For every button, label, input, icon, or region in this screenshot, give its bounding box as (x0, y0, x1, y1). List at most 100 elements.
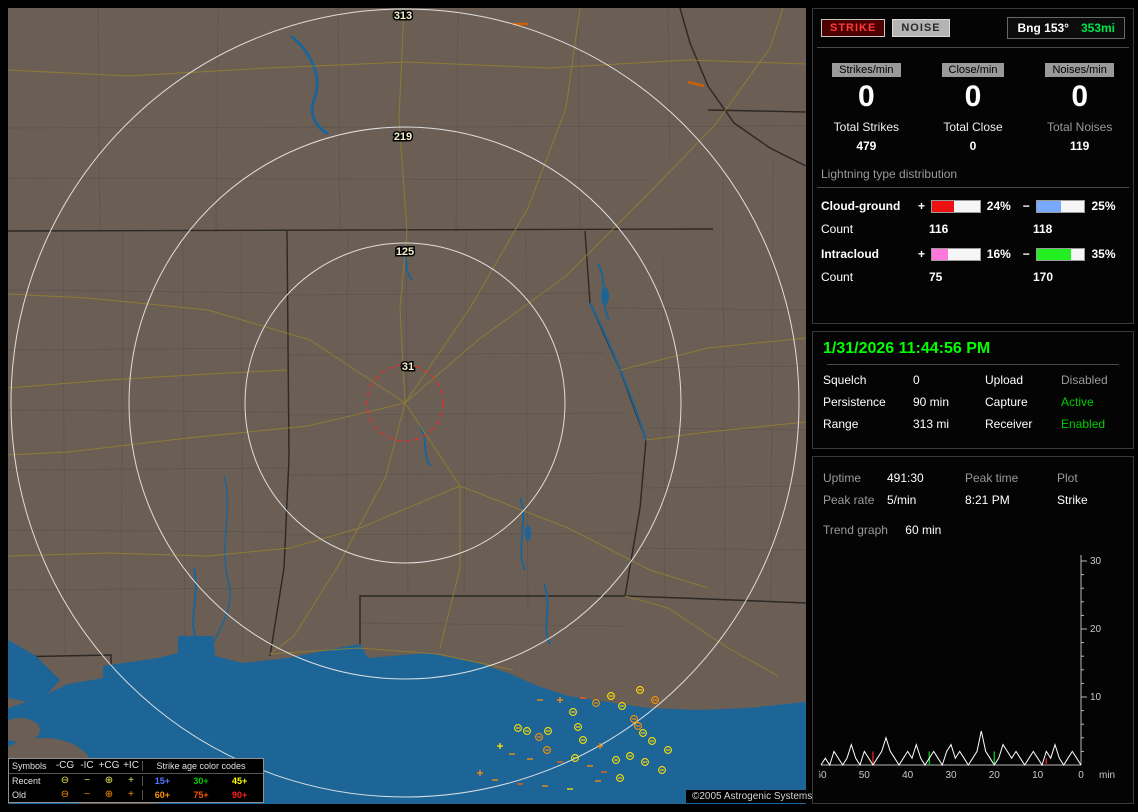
strikes-per-min-value: 0 (813, 80, 920, 114)
range-label: Range (823, 417, 913, 431)
total-noises-label: Total Noises (1026, 120, 1133, 134)
peak-rate-value: 5/min (887, 493, 965, 507)
uptime-value: 491:30 (887, 471, 965, 485)
total-close-label: Total Close (920, 120, 1027, 134)
legend-col-pos-ic: +IC (120, 761, 142, 771)
recent-pos-cg-symbol: ⊕ (98, 776, 120, 786)
intracloud-neg-count: 170 (1033, 270, 1053, 284)
capture-label: Capture (985, 395, 1061, 409)
strikes-per-min-label: Strikes/min (832, 63, 900, 77)
intracloud-neg-pct: 35% (1091, 247, 1125, 261)
plus-sign: + (916, 247, 928, 261)
old-pos-cg-symbol: ⊕ (98, 790, 120, 800)
total-noises-value: 119 (1026, 139, 1133, 153)
cloud-ground-row: Cloud-ground + 24% − 25% (813, 199, 1133, 213)
peak-rate-label: Peak rate (823, 493, 887, 507)
old-pos-ic-symbol: + (120, 790, 142, 800)
map-canvas[interactable]: 313 219 125 31 (8, 8, 806, 804)
svg-text:10: 10 (1090, 692, 1102, 703)
cloud-ground-pos-count: 116 (929, 222, 1033, 236)
intracloud-count-row: Count 75 170 (813, 270, 1133, 284)
svg-text:min: min (1099, 770, 1115, 781)
plus-sign: + (916, 199, 928, 213)
svg-text:60: 60 (819, 770, 827, 781)
cloud-ground-neg-bar (1036, 200, 1085, 213)
strike-button[interactable]: STRIKE (821, 19, 885, 37)
recent-neg-cg-symbol: ⊖ (54, 776, 76, 786)
cloud-ground-pos-pct: 24% (987, 199, 1021, 213)
intracloud-label: Intracloud (821, 247, 916, 261)
strike-stats-panel: STRIKE NOISE Bng 153° 353mi Strikes/min … (812, 8, 1134, 324)
close-per-min-label: Close/min (942, 63, 1005, 77)
cloud-ground-pos-bar (931, 200, 980, 213)
total-close-group: Total Close 0 (920, 120, 1027, 153)
trend-graph-header: Trend graph 60 min (823, 523, 1123, 537)
age-code-75: 75+ (182, 790, 221, 800)
total-close-value: 0 (920, 139, 1027, 153)
svg-text:30: 30 (945, 770, 957, 781)
age-code-60: 60+ (143, 790, 182, 800)
divider (827, 364, 1119, 365)
noises-per-min-group: Noises/min 0 (1026, 60, 1133, 114)
svg-text:10: 10 (1032, 770, 1044, 781)
stat-row: Uptime 491:30 Peak time Plot (823, 471, 1123, 485)
bearing-display: Bng 153° 353mi (1007, 17, 1125, 39)
old-neg-ic-symbol: − (76, 790, 98, 800)
trend-panel: Uptime 491:30 Peak time Plot Peak rate 5… (812, 456, 1134, 804)
bar-fill (932, 201, 954, 212)
ring-label-219: 219 (394, 131, 412, 143)
svg-text:50: 50 (859, 770, 871, 781)
count-label: Count (821, 270, 929, 284)
age-code-15: 15+ (143, 776, 182, 786)
bar-fill (932, 249, 947, 260)
divider (817, 47, 1129, 48)
receiver-value: Enabled (1061, 417, 1123, 431)
legend-col-neg-ic: -IC (76, 761, 98, 771)
noises-per-min-label: Noises/min (1045, 63, 1113, 77)
status-row: Persistence 90 min Capture Active (823, 395, 1123, 409)
old-neg-cg-symbol: ⊖ (54, 790, 76, 800)
cloud-ground-neg-count: 118 (1033, 222, 1052, 236)
receiver-label: Receiver (985, 417, 1061, 431)
intracloud-pos-count: 75 (929, 270, 1033, 284)
uptime-label: Uptime (823, 471, 887, 485)
svg-text:40: 40 (902, 770, 914, 781)
persistence-value: 90 min (913, 395, 985, 409)
total-strikes-value: 479 (813, 139, 920, 153)
bar-fill (1037, 249, 1071, 260)
legend-col-neg-cg: -CG (54, 761, 76, 771)
intracloud-row: Intracloud + 16% − 35% (813, 247, 1133, 261)
legend-row-old: Old (9, 790, 54, 800)
legend-age-title: Strike age color codes (143, 761, 259, 771)
svg-text:20: 20 (1090, 624, 1102, 635)
plot-value: Strike (1057, 493, 1123, 507)
bearing-label: Bng 153° (1017, 21, 1068, 35)
range-value: 313 mi (913, 417, 985, 431)
intracloud-pos-pct: 16% (987, 247, 1021, 261)
cloud-ground-label: Cloud-ground (821, 199, 916, 213)
cloud-ground-count-row: Count 116 118 (813, 222, 1133, 236)
age-code-45: 45+ (220, 776, 259, 786)
status-row: Range 313 mi Receiver Enabled (823, 417, 1123, 431)
count-label: Count (821, 222, 929, 236)
squelch-value: 0 (913, 373, 985, 387)
intracloud-pos-bar (931, 248, 980, 261)
plot-label: Plot (1057, 471, 1123, 485)
total-strikes-group: Total Strikes 479 (813, 120, 920, 153)
cloud-ground-neg-pct: 25% (1091, 199, 1125, 213)
noise-button[interactable]: NOISE (892, 19, 949, 37)
divider (817, 187, 1129, 188)
peak-time-label: Peak time (965, 471, 1057, 485)
persistence-label: Persistence (823, 395, 913, 409)
svg-text:20: 20 (989, 770, 1001, 781)
age-code-30: 30+ (182, 776, 221, 786)
trend-graph: 3020106050403020100min (819, 553, 1119, 788)
ring-label-31: 31 (402, 361, 414, 373)
strikes-per-min-group: Strikes/min 0 (813, 60, 920, 114)
close-per-min-value: 0 (920, 80, 1027, 114)
peak-time-value: 8:21 PM (965, 493, 1057, 507)
bar-fill (1037, 201, 1061, 212)
status-row: Squelch 0 Upload Disabled (823, 373, 1123, 387)
upload-label: Upload (985, 373, 1061, 387)
minus-sign: − (1020, 199, 1032, 213)
